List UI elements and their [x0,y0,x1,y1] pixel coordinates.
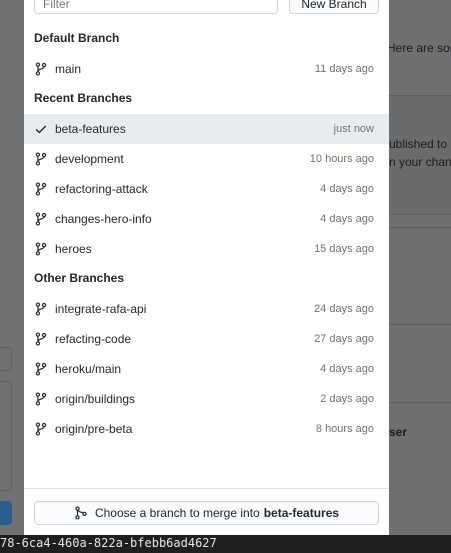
check-icon [35,125,47,134]
branch-name: beta-features [55,122,126,136]
branch-item[interactable]: heroes 15 days ago [24,234,389,264]
branch-item[interactable]: refacting-code 27 days ago [24,324,389,354]
branch-item[interactable]: beta-features just now [24,114,389,144]
branch-time: 15 days ago [314,243,374,255]
branch-name: refacting-code [55,332,132,346]
branch-name: origin/buildings [55,392,136,406]
new-branch-button[interactable]: New Branch [289,0,379,14]
section-header-default: Default Branch [34,31,120,45]
branch-name: heroes [55,242,92,256]
branch-icon [35,62,47,76]
filter-input[interactable] [34,0,278,14]
merge-branch-button[interactable]: Choose a branch to merge into beta-featu… [34,501,379,525]
branch-icon [35,152,47,166]
branch-icon [35,422,47,436]
branch-time: 4 days ago [320,183,374,195]
section-header-other: Other Branches [34,271,125,285]
branch-name: refactoring-attack [55,182,148,196]
branch-icon [35,392,47,406]
branch-item[interactable]: main 11 days ago [24,54,389,84]
filter-row: New Branch [34,0,379,14]
background-text: Here are sor [387,41,451,55]
branch-name: development [55,152,124,166]
background-card [389,402,451,482]
branch-item[interactable]: origin/buildings 2 days ago [24,384,389,414]
branch-time: 11 days ago [314,63,374,75]
background-text: ser [389,425,408,439]
dropdown-footer: Choose a branch to merge into beta-featu… [24,488,389,535]
branch-item[interactable]: development 10 hours ago [24,144,389,174]
background-right-panel: Here are sor ublished to n your chanc se… [387,0,451,535]
branch-item[interactable]: refactoring-attack 4 days ago [24,174,389,204]
branch-icon [35,332,47,346]
merge-label-prefix: Choose a branch to merge into [94,506,260,520]
merge-target-branch: beta-features [263,506,340,520]
background-input [0,347,12,371]
section-header-recent: Recent Branches [34,91,133,105]
branch-time: 8 hours ago [315,423,374,435]
branch-item[interactable]: heroku/main 4 days ago [24,354,389,384]
branch-time: 10 hours ago [309,153,374,165]
branch-dropdown: New Branch Default Branch main 11 days ag… [24,0,389,535]
branch-icon [35,182,47,196]
branch-time: 24 days ago [314,303,374,315]
background-text: n your chanc [389,155,451,169]
branch-name: integrate-rafa-api [55,302,147,316]
branch-name: heroku/main [55,362,122,376]
background-card [389,227,451,325]
branch-icon [35,212,47,226]
branch-icon [35,302,47,316]
branch-icon [35,362,47,376]
branch-name: origin/pre-beta [55,422,133,436]
branch-name: changes-hero-info [55,212,152,226]
status-bar: 78-6ca4-460a-822a-bfebb6ad4627 [0,535,451,553]
background-commit-button [0,501,12,525]
branch-item[interactable]: changes-hero-info 4 days ago [24,204,389,234]
branch-time: 4 days ago [320,363,374,375]
branch-time: just now [333,123,374,135]
branch-name: main [55,62,82,76]
branch-icon [35,242,47,256]
merge-icon [75,506,87,520]
background-textarea [0,381,12,491]
branch-item[interactable]: origin/pre-beta 8 hours ago [24,414,389,444]
background-text: ublished to [389,137,448,151]
branch-time: 4 days ago [320,213,374,225]
branch-time: 27 days ago [314,333,374,345]
branch-item[interactable]: integrate-rafa-api 24 days ago [24,294,389,324]
branch-time: 2 days ago [320,393,374,405]
background-left-panel [0,0,24,535]
